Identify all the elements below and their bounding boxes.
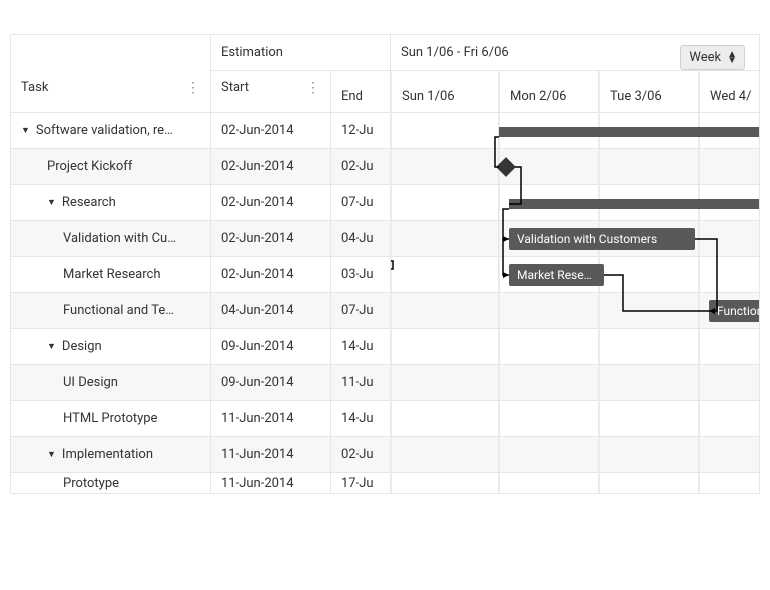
header-start[interactable]: Start ⋮ (211, 71, 331, 113)
task-bar-validation[interactable]: Validation with Customers (509, 228, 695, 250)
start-cell[interactable]: 02-Jun-2014 (211, 257, 331, 293)
toolbar: Week ▲▼ (680, 45, 745, 70)
end-cell[interactable]: 11-Ju (331, 365, 391, 401)
task-row[interactable]: UI Design (11, 365, 211, 401)
task-row[interactable]: ▼Research (11, 185, 211, 221)
task-row[interactable]: Prototype (11, 473, 211, 493)
header-blank (11, 35, 211, 71)
end-cell[interactable]: 02-Ju (331, 149, 391, 185)
view-scale-label: Week (689, 50, 721, 65)
kebab-icon[interactable]: ⋮ (186, 80, 200, 96)
task-row[interactable]: HTML Prototype (11, 401, 211, 437)
header-start-label: Start (221, 80, 249, 95)
start-cell[interactable]: 02-Jun-2014 (211, 185, 331, 221)
view-scale-select[interactable]: Week ▲▼ (680, 45, 745, 70)
kebab-icon[interactable]: ⋮ (306, 80, 320, 96)
gantt-chart: Week ▲▼ Estimation Sun 1/06 - Fri 6/06 T… (10, 34, 760, 494)
task-row[interactable]: ▼Implementation (11, 437, 211, 473)
start-cell[interactable]: 04-Jun-2014 (211, 293, 331, 329)
caret-down-icon: ▼ (47, 341, 56, 352)
header-task-label: Task (21, 80, 48, 95)
end-cell[interactable]: 14-Ju (331, 329, 391, 365)
header-day-1: Mon 2/06 (499, 71, 599, 113)
start-cell[interactable]: 02-Jun-2014 (211, 221, 331, 257)
task-row[interactable]: ▼Design (11, 329, 211, 365)
end-cell[interactable]: 07-Ju (331, 293, 391, 329)
header-day-2: Tue 3/06 (599, 71, 699, 113)
task-row[interactable]: ▼Software validation, re… (11, 113, 211, 149)
header-estimation: Estimation (211, 35, 391, 71)
start-cell[interactable]: 11-Jun-2014 (211, 401, 331, 437)
caret-down-icon: ▼ (21, 125, 30, 136)
header-day-3: Wed 4/ (699, 71, 759, 113)
task-row[interactable]: Functional and Te… (11, 293, 211, 329)
start-cell[interactable]: 02-Jun-2014 (211, 113, 331, 149)
start-cell[interactable]: 02-Jun-2014 (211, 149, 331, 185)
caret-down-icon: ▼ (47, 449, 56, 460)
tl-cell (391, 113, 499, 149)
task-bar-market[interactable]: Market Rese… (509, 264, 604, 286)
summary-bar[interactable] (509, 199, 760, 209)
start-cell[interactable]: 09-Jun-2014 (211, 329, 331, 365)
task-row[interactable]: Project Kickoff (11, 149, 211, 185)
end-cell[interactable]: 03-Ju (331, 257, 391, 293)
caret-down-icon: ▼ (47, 197, 56, 208)
end-cell[interactable]: 14-Ju (331, 401, 391, 437)
start-cell[interactable]: 11-Jun-2014 (211, 437, 331, 473)
task-row[interactable]: Market Research (11, 257, 211, 293)
task-row[interactable]: Validation with Cu… (11, 221, 211, 257)
end-cell[interactable]: 17-Ju (331, 473, 391, 493)
end-cell[interactable]: 04-Ju (331, 221, 391, 257)
updown-icon: ▲▼ (727, 52, 736, 64)
end-cell[interactable]: 02-Ju (331, 437, 391, 473)
header-task[interactable]: Task ⋮ (11, 71, 211, 113)
header-end[interactable]: End (331, 71, 391, 113)
start-cell[interactable]: 11-Jun-2014 (211, 473, 331, 493)
summary-bar[interactable] (499, 127, 760, 137)
task-bar-functional[interactable]: Function (709, 300, 760, 322)
header-day-0: Sun 1/06 (391, 71, 499, 113)
end-cell[interactable]: 07-Ju (331, 185, 391, 221)
gantt-grid: Estimation Sun 1/06 - Fri 6/06 Task ⋮ St… (11, 35, 759, 493)
start-cell[interactable]: 09-Jun-2014 (211, 365, 331, 401)
end-cell[interactable]: 12-Ju (331, 113, 391, 149)
